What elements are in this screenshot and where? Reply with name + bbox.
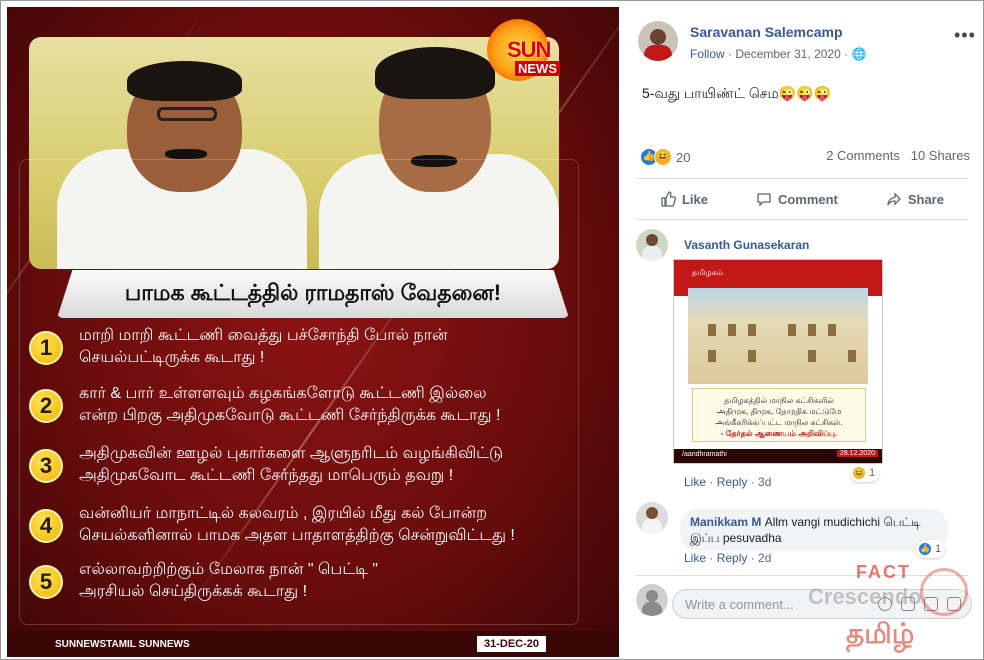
comment-time[interactable]: 3d: [758, 475, 771, 489]
share-icon: [887, 192, 901, 206]
comment-image-footer: /aandhramathi 28.12.2020: [674, 449, 882, 463]
poster-title-bar: பாமக கூட்டத்தில் ராமதாஸ் வேதனை!: [57, 270, 569, 318]
point-text: கார் & பார் உள்ளளவும் கழகங்களோடு கூட்டணி…: [79, 385, 501, 424]
point-text: மாறி மாறி கூட்டணி வைத்து பச்சோந்தி போல் …: [79, 327, 448, 366]
point-text: வன்னியர் மாநாட்டில் கலவரம் , இரயில் மீது…: [79, 505, 515, 544]
point-item: 3 அதிமுகவின் ஊழல் புகார்களை ஆளுநரிடம் வழ…: [29, 443, 589, 503]
sun-news-logo: SUN NEWS: [485, 19, 571, 81]
commenter-avatar[interactable]: [636, 229, 668, 261]
reaction-count: 20: [676, 149, 691, 165]
post-text: 5-வது பாயிண்ட் செம😜😜😜: [642, 85, 832, 101]
comment-text: இப்ப pesuvadha: [690, 531, 782, 545]
like-reaction-icon: 👍: [918, 542, 932, 556]
haha-reaction-icon: 😆: [852, 466, 866, 480]
comment-like-link[interactable]: Like: [684, 551, 706, 565]
fact-crescendo-watermark: FACT Crescendo தமிழ்: [802, 558, 974, 658]
globe-icon: 🌐: [851, 47, 867, 61]
comment-reply-link[interactable]: Reply: [717, 551, 748, 565]
comment-meta: Like · Reply · 2d: [684, 551, 772, 565]
comment-like-link[interactable]: Like: [684, 475, 706, 489]
more-options-icon[interactable]: •••: [954, 25, 976, 46]
comment-reply-link[interactable]: Reply: [717, 475, 748, 489]
comment-time[interactable]: 2d: [758, 551, 771, 565]
commenter-name[interactable]: Vasanth Gunasekaran: [684, 238, 809, 252]
comments-count[interactable]: 2 Comments: [826, 148, 900, 163]
point-number: 2: [29, 389, 63, 423]
point-item: 1 மாறி மாறி கூட்டணி வைத்து பச்சோந்தி போல…: [29, 325, 589, 385]
point-number: 3: [29, 449, 63, 483]
share-button[interactable]: Share: [886, 191, 944, 207]
thumbs-up-icon: [661, 191, 676, 207]
point-number: 5: [29, 565, 63, 599]
divider: [636, 178, 968, 179]
building-photo: [688, 288, 868, 384]
point-number: 4: [29, 509, 63, 543]
point-text: எல்லாவற்றிற்கும் மேலாக நான் " பெட்டி " அர…: [79, 561, 378, 600]
globe-icon: [920, 568, 968, 616]
comment-reactions[interactable]: 😆 1: [850, 464, 880, 482]
comment-button[interactable]: Comment: [756, 191, 838, 207]
point-item: 4 வன்னியர் மாநாட்டில் கலவரம் , இரயில் மீ…: [29, 503, 589, 563]
commenter-avatar[interactable]: [636, 502, 668, 534]
comment-text: Allm vangi mudichichi பெட்டி: [764, 515, 921, 529]
screenshot-frame: SUN NEWS பாமக கூட்டத்தில் ராமதாஸ் வேதனை!…: [0, 0, 984, 660]
point-item: 5 எல்லாவற்றிற்கும் மேலாக நான் " பெட்டி "…: [29, 559, 589, 619]
shares-count[interactable]: 10 Shares: [911, 148, 970, 163]
current-user-avatar: [636, 584, 668, 616]
poster-title: பாமக கூட்டத்தில் ராமதாஸ் வேதனை!: [124, 279, 502, 305]
point-number: 1: [29, 331, 63, 365]
commenter-name[interactable]: Manikkam M: [690, 515, 761, 529]
comment-image[interactable]: தமிழகம் தமிழகத்தில் மாநில கட்சிகளில் அதி…: [673, 259, 883, 464]
author-name[interactable]: Saravanan Salemcamp: [690, 24, 843, 40]
point-item: 2 கார் & பார் உள்ளளவும் கழகங்களோடு கூட்ட…: [29, 383, 589, 443]
comment-meta: Like · Reply · 3d: [684, 475, 772, 489]
facebook-post-panel: Saravanan Salemcamp Follow · December 31…: [624, 7, 980, 657]
poster-date: 31-DEC-20: [477, 636, 547, 652]
comment-image-caption: தமிழகத்தில் மாநில கட்சிகளில் அதிமுக, திம…: [692, 388, 866, 442]
author-avatar[interactable]: [638, 21, 678, 61]
haha-reaction-icon: 😆: [654, 148, 672, 166]
comment-bubble: Manikkam M Allm vangi mudichichi பெட்டி …: [680, 509, 948, 551]
divider: [636, 219, 968, 220]
post-meta: Follow · December 31, 2020 · 🌐: [690, 47, 867, 61]
point-text: அதிமுகவின் ஊழல் புகார்களை ஆளுநரிடம் வழங்…: [79, 445, 504, 484]
comment-reactions[interactable]: 👍 1: [916, 540, 946, 558]
news-poster-image[interactable]: SUN NEWS பாமக கூட்டத்தில் ராமதாஸ் வேதனை!…: [7, 7, 619, 657]
social-handles: SUNNEWSTAMIL SUNNEWS: [55, 639, 190, 650]
like-button[interactable]: Like: [660, 191, 708, 207]
post-stats: 2 Comments 10 Shares: [826, 148, 970, 163]
comment-image-header: தமிழகம்: [692, 268, 724, 277]
poster-footer: SUNNEWSTAMIL SUNNEWS 31-DEC-20: [7, 631, 619, 657]
follow-link[interactable]: Follow: [690, 47, 725, 61]
post-date[interactable]: December 31, 2020: [735, 47, 840, 61]
post-actions: Like Comment Share: [636, 185, 968, 213]
reaction-summary[interactable]: 👍 😆 20: [640, 147, 690, 167]
comment-icon: [757, 193, 771, 207]
